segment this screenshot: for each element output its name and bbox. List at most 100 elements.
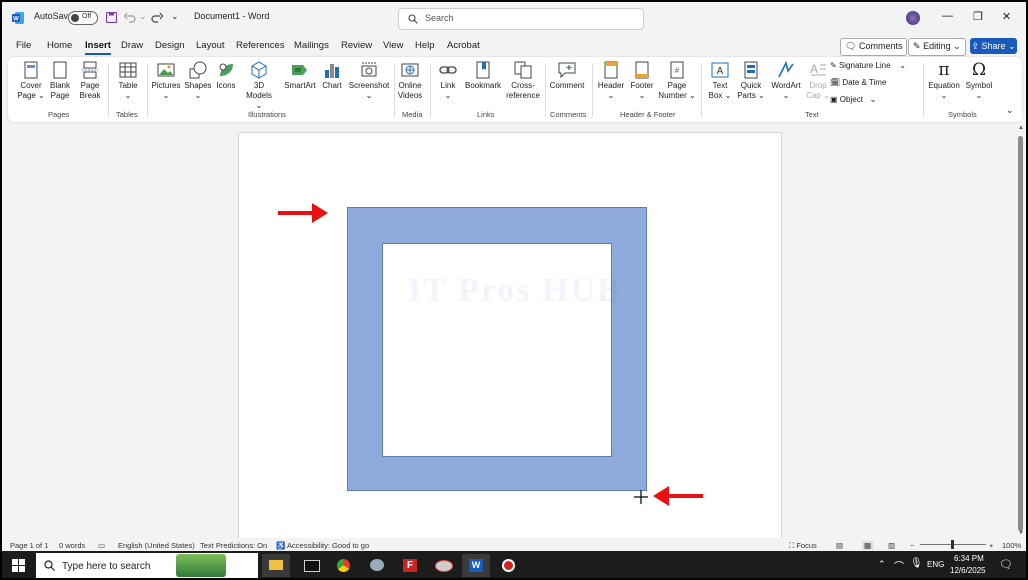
ribbon-expand-icon[interactable]: ⌄	[1006, 105, 1014, 116]
table-button[interactable]: Table ⌄	[113, 61, 143, 101]
shapes-button[interactable]: Shapes ⌄	[183, 61, 213, 101]
close-icon[interactable]: ✕	[1002, 10, 1011, 23]
windows-taskbar: Type here to search ⧉ F W ⌃ ⌒ 🎙 ENG 6:34…	[2, 551, 1026, 578]
footer-button[interactable]: Footer ⌄	[627, 61, 657, 101]
undo-dropdown-icon[interactable]: ⌄	[139, 11, 147, 22]
tab-file[interactable]: File	[16, 40, 31, 51]
search-box[interactable]: Search	[398, 8, 644, 30]
windows-start-icon[interactable]	[12, 559, 25, 572]
tray-chevron-icon[interactable]: ⌃	[878, 559, 886, 570]
wordart-button[interactable]: WordArt ⌄	[768, 61, 804, 101]
tab-insert[interactable]: Insert	[85, 40, 111, 55]
scroll-down-icon[interactable]: ▼	[1018, 530, 1024, 536]
chart-button[interactable]: Chart	[320, 61, 344, 91]
date-time-button[interactable]: 🗓 Date & Time	[830, 78, 886, 87]
read-mode-icon[interactable]: ▤	[836, 541, 843, 550]
link-icon	[439, 66, 457, 74]
group-header-footer-label: Header & Footer	[620, 110, 676, 119]
zoom-level[interactable]: 100%	[1002, 541, 1021, 550]
filezilla-icon: F	[403, 559, 417, 572]
text-predictions-status[interactable]: Text Predictions: On	[200, 541, 267, 550]
taskbar-file-explorer[interactable]	[262, 554, 290, 577]
comments-button[interactable]: 🗨 Comments	[840, 38, 908, 56]
save-icon[interactable]	[106, 12, 117, 23]
bookmark-button[interactable]: Bookmark	[464, 61, 502, 91]
taskbar-terminal[interactable]	[297, 554, 325, 577]
share-button[interactable]: ⇪ Share ⌄	[970, 38, 1017, 54]
taskbar-chrome[interactable]	[330, 554, 358, 577]
screenshot-button[interactable]: Screenshot ⌄	[347, 61, 391, 101]
object-button[interactable]: ▣ Object ⌄	[830, 95, 876, 104]
drop-cap-label: Drop Cap	[806, 81, 827, 100]
taskbar-date[interactable]: 12/6/2025	[950, 566, 986, 575]
header-button[interactable]: Header ⌄	[596, 61, 626, 101]
tab-home[interactable]: Home	[47, 40, 72, 51]
group-pages-label: Pages	[48, 110, 70, 119]
redo-icon[interactable]	[151, 12, 163, 23]
editing-button[interactable]: ✎ Editing ⌄	[908, 38, 966, 56]
online-videos-label: Online Videos	[397, 81, 423, 100]
share-button-label: Share	[981, 41, 1006, 51]
task-view-icon[interactable]: ⧉	[238, 559, 246, 572]
page-count[interactable]: Page 1 of 1	[10, 541, 48, 550]
taskbar-language[interactable]: ENG	[927, 560, 944, 569]
vertical-scrollbar[interactable]: ▲ ▼	[1016, 125, 1026, 538]
tab-draw[interactable]: Draw	[121, 40, 143, 51]
3d-models-button[interactable]: 3D Models ⌄	[244, 61, 274, 111]
tab-layout[interactable]: Layout	[196, 40, 225, 51]
page-break-label: Page Break	[79, 81, 101, 100]
notifications-icon[interactable]: 🗨	[999, 558, 1013, 571]
pictures-button[interactable]: Pictures ⌄	[151, 61, 181, 101]
taskbar-app-recorder[interactable]	[495, 554, 523, 577]
icons-button[interactable]: Icons	[214, 61, 238, 91]
zoom-out-icon[interactable]: −	[910, 541, 914, 550]
new-comment-button[interactable]: Comment	[549, 61, 585, 91]
cross-reference-button[interactable]: Cross-reference	[505, 61, 541, 101]
accessibility-status[interactable]: ♿ Accessibility: Good to go	[276, 541, 369, 550]
equation-button[interactable]: π Equation ⌄	[926, 61, 962, 101]
link-button[interactable]: Link ⌄	[434, 61, 462, 101]
text-box-button[interactable]: A Text Box ⌄	[705, 61, 735, 101]
tab-references[interactable]: References	[236, 40, 285, 51]
taskbar-search[interactable]: Type here to search	[36, 553, 258, 578]
scrollbar-thumb[interactable]	[1018, 136, 1023, 531]
drop-cap-button[interactable]: A Drop Cap ⌄	[804, 61, 832, 101]
cover-page-button[interactable]: Cover Page ⌄	[16, 61, 46, 101]
user-avatar[interactable]	[906, 11, 920, 25]
restore-icon[interactable]: ❐	[973, 10, 983, 23]
web-layout-icon[interactable]: ▥	[888, 541, 895, 550]
tab-acrobat[interactable]: Acrobat	[447, 40, 480, 51]
page-number-button[interactable]: # Page Number ⌄	[658, 61, 696, 101]
quick-parts-button[interactable]: Quick Parts ⌄	[736, 61, 766, 101]
microphone-icon[interactable]: 🎙	[910, 558, 923, 569]
taskbar-filezilla[interactable]: F	[396, 554, 424, 577]
autosave-toggle[interactable]: Off	[68, 11, 98, 25]
tab-design[interactable]: Design	[155, 40, 185, 51]
print-layout-icon[interactable]: ▦	[862, 541, 874, 550]
minimize-icon[interactable]: —	[942, 10, 953, 22]
customize-toolbar-icon[interactable]: ⌄	[171, 11, 179, 22]
proofing-icon[interactable]: ▭	[98, 541, 105, 550]
zoom-in-icon[interactable]: +	[989, 541, 993, 550]
tab-mailings[interactable]: Mailings	[294, 40, 329, 51]
page-break-button[interactable]: Page Break	[76, 61, 104, 101]
smartart-button[interactable]: SmartArt	[282, 61, 318, 91]
tab-help[interactable]: Help	[415, 40, 435, 51]
zoom-slider-thumb[interactable]	[951, 540, 954, 549]
taskbar-app-paint[interactable]	[363, 554, 391, 577]
network-icon[interactable]: ⌒	[894, 558, 904, 573]
online-videos-button[interactable]: Online Videos	[397, 61, 423, 101]
signature-line-button[interactable]: ✎ Signature Line ⌄	[830, 61, 906, 70]
blank-page-button[interactable]: Blank Page	[46, 61, 74, 101]
taskbar-time[interactable]: 6:34 PM	[954, 554, 984, 563]
symbol-button[interactable]: Ω Symbol ⌄	[963, 61, 995, 101]
focus-button[interactable]: ⛶ Focus	[789, 541, 817, 551]
word-count[interactable]: 0 words	[59, 541, 85, 550]
tab-review[interactable]: Review	[341, 40, 372, 51]
scroll-up-icon[interactable]: ▲	[1018, 125, 1024, 131]
taskbar-app-disk[interactable]	[429, 554, 457, 577]
undo-icon[interactable]	[124, 12, 136, 23]
language-status[interactable]: English (United States)	[118, 541, 195, 550]
tab-view[interactable]: View	[383, 40, 403, 51]
taskbar-word[interactable]: W	[462, 554, 490, 577]
